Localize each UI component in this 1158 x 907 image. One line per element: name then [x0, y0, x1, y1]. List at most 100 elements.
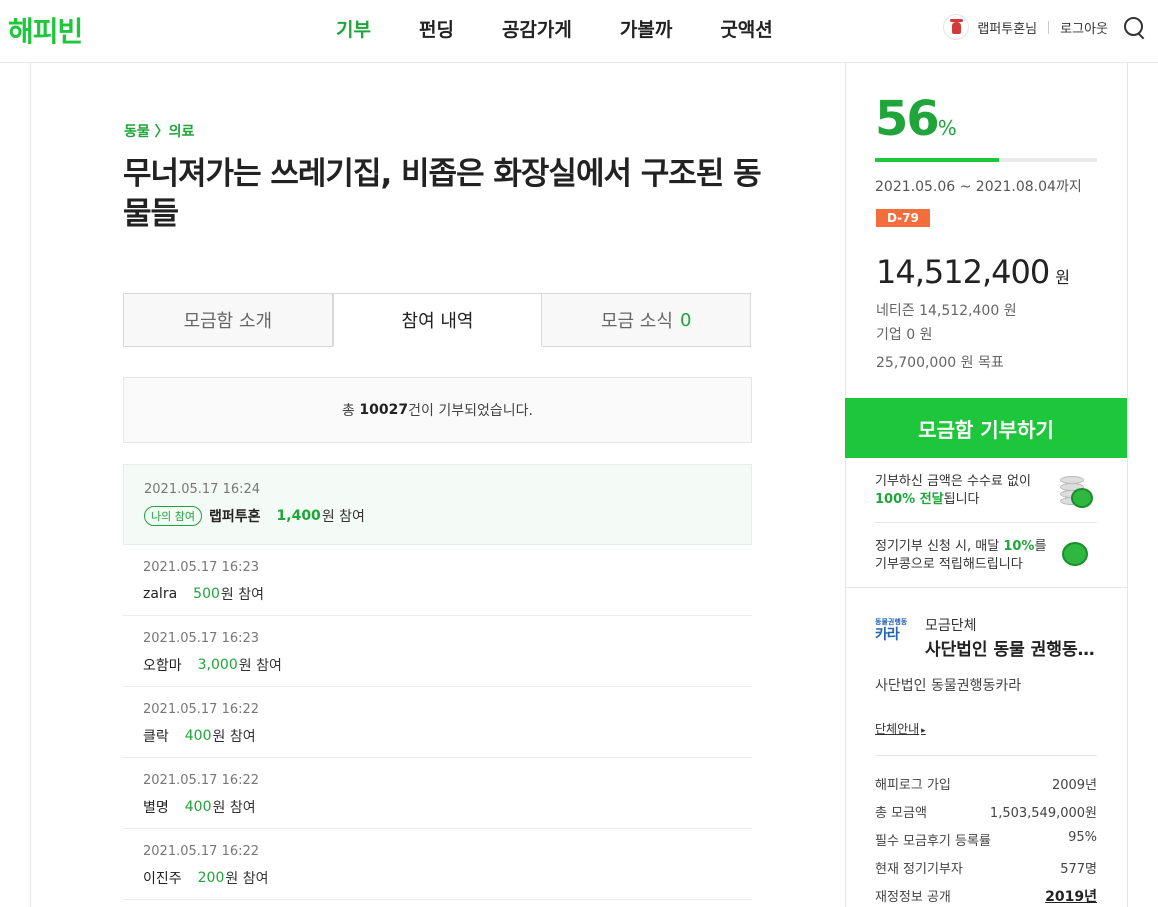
divider [875, 522, 1097, 523]
list-item: 2021.05.17 16:22 클락 400 원 참여 [123, 687, 752, 758]
tab-participation-label: 참여 내역 [401, 311, 474, 332]
fee-info-bold: 100% 전달 [875, 492, 944, 507]
fee-info-rest: 됩니다 [943, 492, 980, 507]
happybean-logo[interactable]: 해피빈 [8, 10, 83, 50]
donation-date: 2021.05.17 16:22 [143, 702, 260, 717]
period-suffix: 까지 [1055, 179, 1082, 195]
org-label: 모금단체 [925, 618, 977, 634]
regular-info-pre: 정기기부 신청 시, 매달 [875, 539, 1004, 554]
tab-news[interactable]: 모금 소식 0 [542, 293, 752, 347]
tab-intro-label: 모금함 소개 [183, 311, 273, 332]
stat-label: 해피로그 가입 [875, 778, 951, 793]
stat-label: 현재 정기기부자 [875, 862, 963, 877]
frame-divider-left [30, 63, 31, 907]
total-unit: 원 [1055, 268, 1070, 287]
tab-participation[interactable]: 참여 내역 [332, 293, 543, 347]
stat-label: 총 모금액 [875, 806, 927, 821]
divider [1048, 20, 1050, 34]
regular-donation-info: 정기기부 신청 시, 매달 10%를 기부콩으로 적립해드립니다 [875, 538, 1046, 574]
category-breadcrumb[interactable]: 동물 〉의료 [124, 121, 194, 141]
stat-row: 현재 정기기부자 577명 [875, 858, 1097, 886]
period-range: 2021.05.06 ~ 2021.08.04 [875, 179, 1056, 195]
divider [846, 587, 1127, 588]
org-stats: 해피로그 가입 2009년 총 모금액 1,503,549,000원 필수 모금후기… [875, 774, 1097, 907]
stat-row: 재정정보 공개 2019년 [875, 886, 1097, 907]
donor-name: 랩퍼투혼 [208, 509, 261, 525]
campaign-period: 2021.05.06 ~ 2021.08.04까지 [875, 176, 1082, 196]
netizen-amount: 네티즌 14,512,400 원 [876, 303, 1017, 319]
donation-unit: 원 참여 [238, 658, 282, 674]
org-info-link[interactable]: 단체안내 ▸ [875, 720, 926, 737]
nav-visit[interactable]: 가볼까 [620, 15, 672, 42]
tab-news-count: 0 [679, 309, 692, 331]
donate-button[interactable]: 모금함 기부하기 [845, 398, 1127, 458]
list-item: 2021.05.17 16:23 오함마 3,000 원 참여 [123, 616, 752, 687]
bean-shape [1062, 542, 1088, 566]
donation-amount: 400 [184, 799, 212, 815]
user-name[interactable]: 랩퍼투혼님 [977, 18, 1037, 37]
donation-summary: 총 10027 건이 기부되었습니다. [123, 377, 752, 443]
summary-prefix: 총 [342, 403, 355, 419]
nav-donate[interactable]: 기부 [336, 15, 371, 42]
fee-info: 기부하신 금액은 수수료 없이 100% 전달됩니다 [875, 473, 1031, 509]
org-logo: 동물권행동 카라 [875, 617, 909, 647]
donation-date: 2021.05.17 16:24 [144, 482, 261, 497]
list-item: 2021.05.17 16:23 zalra 500 원 참여 [123, 545, 752, 616]
stat-value: 577명 [1060, 862, 1097, 877]
donor-name: 클락 [143, 729, 169, 745]
donation-date: 2021.05.17 16:22 [143, 844, 260, 859]
list-item: 2021.05.17 16:24 나의 참여 랩퍼투혼 1,400 원 참여 [123, 464, 752, 545]
stat-value: 1,503,549,000원 [989, 806, 1097, 821]
donation-unit: 원 참여 [321, 509, 365, 525]
progress-percent: 56% [875, 91, 957, 147]
stat-value: 95% [1068, 830, 1097, 845]
donor-name: 별명 [143, 800, 169, 816]
chevron-right-icon: ▸ [921, 726, 926, 736]
user-avatar[interactable] [943, 14, 970, 40]
top-header: 해피빈 기부 펀딩 공감가게 가볼까 굿액션 랩퍼투혼님 로그아웃 [0, 0, 1158, 63]
donation-date: 2021.05.17 16:23 [143, 631, 260, 646]
campaign-title: 무너져가는 쓰레기집, 비좁은 화장실에서 구조된 동물들 [123, 156, 762, 232]
nav-funding[interactable]: 펀딩 [419, 15, 454, 42]
summary-suffix: 건이 기부되었습니다. [408, 403, 533, 419]
donation-date: 2021.05.17 16:23 [143, 560, 260, 575]
stat-value: 2009년 [1051, 778, 1097, 793]
divider [875, 755, 1097, 756]
user-util: 랩퍼투혼님 로그아웃 [943, 12, 1146, 42]
donation-amount: 3,000 [197, 657, 238, 673]
donation-amount: 200 [197, 870, 225, 886]
org-full-name: 사단법인 동물권행동카라 [875, 678, 1022, 694]
regular-info-post: 를 [1034, 539, 1047, 554]
donor-name: 이진주 [143, 871, 182, 887]
summary-count: 10027 [359, 402, 409, 418]
org-name[interactable]: 사단법인 동물 권행동카라 [925, 635, 1095, 660]
org-logo-big-text: 카라 [875, 627, 900, 643]
donation-unit: 원 참여 [225, 871, 269, 887]
percent-value: 56 [875, 91, 940, 147]
stat-label: 재정정보 공개 [875, 890, 951, 905]
regular-info-line2: 기부콩으로 적립해드립니다 [875, 557, 1023, 572]
frame-divider-right [1127, 63, 1128, 907]
donation-amount: 400 [184, 728, 212, 744]
stat-row: 필수 모금후기 등록률 95% [875, 830, 1097, 858]
nav-goodaction[interactable]: 굿액션 [720, 15, 772, 42]
logout-link[interactable]: 로그아웃 [1060, 18, 1108, 37]
donation-unit: 원 참여 [220, 587, 264, 603]
percent-unit: % [937, 116, 957, 140]
donor-name: zalra [143, 586, 178, 602]
search-icon[interactable] [1122, 15, 1146, 39]
regular-info-bold: 10% [1003, 539, 1035, 554]
coins-icon [1056, 472, 1096, 512]
my-participation-badge: 나의 참여 [144, 506, 202, 526]
org-info-link-label: 단체안내 [875, 722, 920, 736]
nav-shop[interactable]: 공감가게 [502, 15, 572, 42]
tab-intro[interactable]: 모금함 소개 [123, 293, 333, 347]
progress-bar [875, 158, 1097, 162]
financial-info-link[interactable]: 2019년 [1045, 886, 1097, 907]
donor-name: 오함마 [143, 658, 182, 674]
donation-list: 2021.05.17 16:24 나의 참여 랩퍼투혼 1,400 원 참여 20… [123, 464, 752, 900]
total-amount: 14,512,400 원 [876, 253, 1070, 291]
bean-icon [1060, 538, 1092, 570]
list-item: 2021.05.17 16:22 별명 400 원 참여 [123, 758, 752, 829]
bean-shape [1071, 488, 1093, 508]
